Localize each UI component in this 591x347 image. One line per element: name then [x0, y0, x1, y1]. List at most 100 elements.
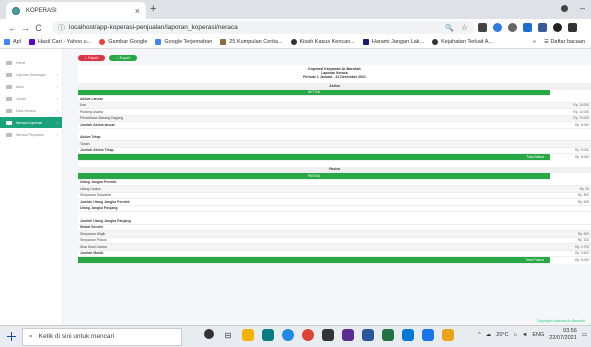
- clock-time: 03.56: [563, 328, 577, 334]
- report-period: Periode 1 Januari - 31 Desember 2021: [303, 75, 366, 79]
- taskbar-search[interactable]: ⌕ Ketik di sini untuk mencari: [22, 327, 182, 346]
- sidebar-item-label: Data Neraca: [16, 108, 36, 113]
- back-button[interactable]: ←: [6, 23, 19, 33]
- store-icon[interactable]: [262, 329, 274, 341]
- chevron-up-icon[interactable]: ^: [478, 332, 481, 338]
- app-icon[interactable]: [342, 329, 354, 341]
- network-icon[interactable]: ⌂: [514, 332, 517, 338]
- extension-icon[interactable]: [508, 23, 517, 32]
- extension-icon[interactable]: [538, 23, 547, 32]
- bookmark-item[interactable]: Harami Jangan Lak...: [362, 39, 425, 45]
- sidebar-item[interactable]: Neraca Penjualan ›: [0, 129, 62, 140]
- page-viewport: Home Laporan Keuangan › Akun › Jurnal › Data Ne…: [0, 49, 591, 325]
- bookmark-label: Hasil Cari - Yahoo u...: [37, 39, 92, 45]
- export-excel-label: Export: [119, 56, 130, 60]
- clock-date: 22/07/2021: [549, 335, 577, 341]
- profile-icon[interactable]: [560, 4, 568, 12]
- bookmark-star-icon[interactable]: ☆: [461, 23, 468, 32]
- bookmark-item[interactable]: Hasil Cari - Yahoo u...: [28, 39, 92, 45]
- url-input[interactable]: ⓘ localhost/app-koperasi-penjualan/lapor…: [52, 21, 474, 34]
- app-icon[interactable]: [322, 329, 334, 341]
- notification-icon[interactable]: ▭: [582, 332, 587, 338]
- clock[interactable]: 03.56 22/07/2021: [549, 328, 577, 342]
- group-label-text: Utang Jangka Pendek: [80, 180, 117, 185]
- window-controls: –: [560, 3, 585, 13]
- extension-icon[interactable]: [553, 23, 562, 32]
- search-icon: ⌕: [29, 332, 33, 340]
- volume-icon[interactable]: ◄: [522, 332, 527, 338]
- export-pdf-label: Export: [88, 56, 99, 60]
- sidebar-item-label: Home: [16, 60, 26, 65]
- export-pdf-button[interactable]: ▪ Export: [78, 55, 106, 61]
- extensions-puzzle-icon[interactable]: [568, 23, 577, 32]
- chrome-icon[interactable]: [302, 329, 314, 341]
- row-value: Rp. 835: [577, 199, 589, 204]
- edge-icon[interactable]: [282, 329, 294, 341]
- cortana-icon[interactable]: [204, 329, 214, 339]
- url-text: localhost/app-koperasi-penjualan/laporan…: [69, 24, 238, 31]
- more-bookmarks-icon[interactable]: »: [533, 39, 536, 45]
- excel-icon[interactable]: [382, 329, 394, 341]
- yahoo-icon: [28, 39, 35, 45]
- sidebar-item-label: Akun: [16, 84, 24, 89]
- task-view-icon[interactable]: ⊟: [222, 329, 234, 341]
- footer-copyright[interactable]: Copyright Koperasi Ar-Barokah: [537, 319, 585, 323]
- row-label: Total Pasiva: [525, 257, 544, 262]
- new-tab-button[interactable]: +: [150, 3, 156, 15]
- sidebar: Home Laporan Keuangan › Akun › Jurnal › Data Ne…: [0, 49, 63, 325]
- sidebar-item[interactable]: Home: [0, 57, 62, 68]
- chevron-right-icon: ›: [56, 96, 58, 101]
- bookmark-item[interactable]: Kisah Kasus Kencan...: [290, 39, 355, 45]
- word-icon[interactable]: [362, 329, 374, 341]
- row-value: Rp. 10.000: [573, 109, 589, 114]
- app-icon[interactable]: [422, 329, 434, 341]
- sidebar-item[interactable]: Neraca Koperasi ›: [0, 117, 62, 128]
- bookmark-item[interactable]: Kejahatan Terkait A...: [432, 39, 493, 45]
- row-label: Persediaan Barang Dagang: [80, 116, 124, 121]
- bookmark-apps[interactable]: Apl: [4, 39, 21, 45]
- reading-list-button[interactable]: ☰ Daftar bacaan: [544, 39, 585, 45]
- weather-icon[interactable]: ☁: [486, 332, 492, 338]
- row-label: Jumlah Aktiva lancar: [80, 122, 115, 127]
- reading-list-label: Daftar bacaan: [550, 39, 585, 45]
- language-icon[interactable]: ENG: [532, 332, 544, 338]
- start-button[interactable]: [0, 326, 22, 347]
- report-header: Koperasi Karyawan Ar-Barokah Laporan Ner…: [78, 65, 591, 79]
- total-row: Total Pasiva Rp. 5.000: [78, 257, 589, 264]
- row-value: Rp. 5.000: [575, 154, 589, 159]
- forward-button[interactable]: →: [19, 23, 32, 33]
- file-explorer-icon[interactable]: [242, 329, 254, 341]
- reload-button[interactable]: C: [32, 23, 45, 33]
- zoom-icon[interactable]: 🔍: [445, 24, 454, 32]
- bookmark-item[interactable]: Google Terjemahan: [155, 39, 212, 45]
- sidebar-item[interactable]: Data Neraca ›: [0, 105, 62, 116]
- browser-tab[interactable]: KOPERASI ×: [6, 2, 146, 19]
- chevron-right-icon: ›: [56, 120, 58, 125]
- sidebar-item[interactable]: Akun ›: [0, 81, 62, 92]
- bookmark-label: Harami Jangan Lak...: [371, 39, 425, 45]
- extension-icon[interactable]: [478, 23, 487, 32]
- row-label: Jumlah Utang Jangka Pendek: [80, 199, 130, 204]
- group-label-text: Aktiva Tetap: [80, 135, 101, 140]
- bookmark-item[interactable]: 25 Kumpulan Cerita...: [220, 39, 283, 45]
- app-icon[interactable]: [402, 329, 414, 341]
- app-icon[interactable]: [442, 329, 454, 341]
- extension-icon[interactable]: [523, 23, 532, 32]
- site-info-icon[interactable]: ⓘ: [58, 23, 65, 33]
- search-placeholder: Ketik di sini untuk mencari: [38, 333, 115, 340]
- weather-text[interactable]: 20°C: [496, 332, 508, 338]
- export-excel-button[interactable]: ▪ Export: [109, 55, 137, 61]
- minimize-button[interactable]: –: [580, 3, 585, 13]
- menu-icon: [6, 60, 12, 65]
- menu-icon: [6, 120, 12, 125]
- menu-icon: [6, 132, 12, 137]
- close-tab-icon[interactable]: ×: [135, 6, 140, 16]
- extension-icon[interactable]: [493, 23, 502, 32]
- row-value: Rp. 100: [577, 238, 589, 243]
- sidebar-item-label: Neraca Koperasi: [16, 120, 43, 125]
- sidebar-item-label: Jurnal: [16, 96, 26, 101]
- sidebar-item[interactable]: Jurnal ›: [0, 93, 62, 104]
- sidebar-item[interactable]: Laporan Keuangan ›: [0, 69, 62, 80]
- windows-icon: [6, 332, 16, 341]
- bookmark-item[interactable]: Gambar Google: [99, 39, 147, 45]
